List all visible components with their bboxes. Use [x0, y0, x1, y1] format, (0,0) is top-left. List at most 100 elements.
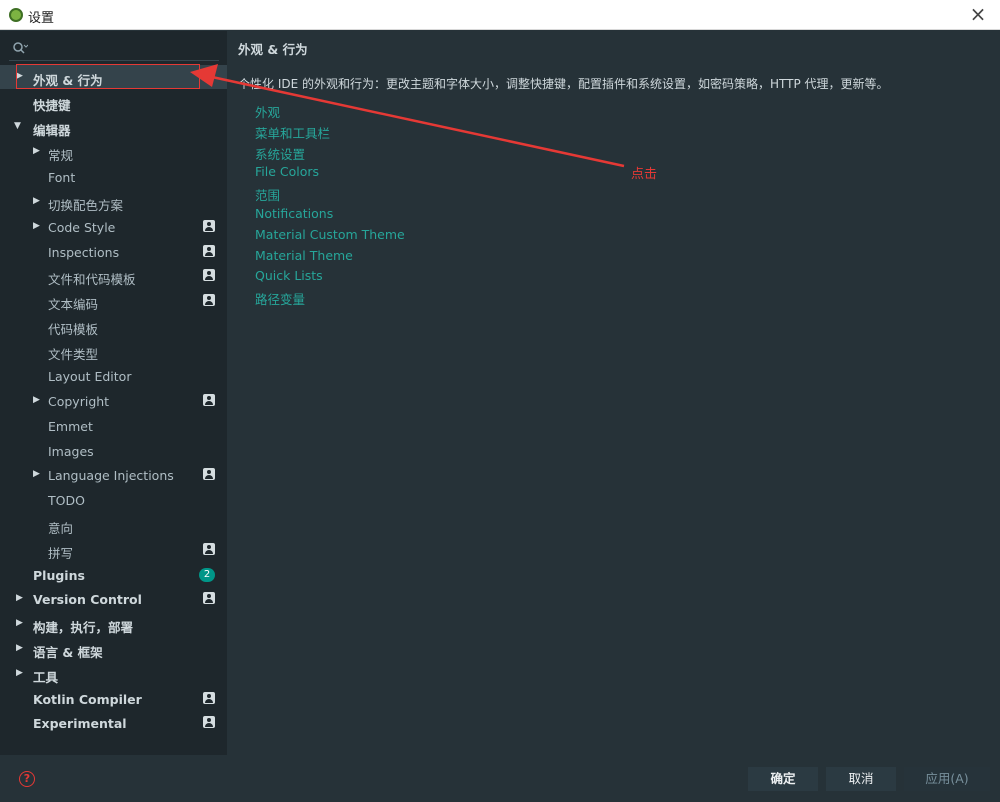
close-button[interactable]: ×: [968, 4, 988, 24]
sidebar-item-label: 代码模板: [48, 322, 99, 337]
search-box[interactable]: [9, 37, 219, 61]
expand-arrow-icon[interactable]: ▶: [33, 221, 43, 231]
sidebar-item-layout-editor[interactable]: Layout Editor: [0, 364, 227, 388]
sidebar-item-todo[interactable]: TODO: [0, 488, 227, 512]
sidebar-item-color-scheme[interactable]: ▶ 切换配色方案: [0, 190, 227, 214]
sidebar-item-images[interactable]: Images: [0, 439, 227, 463]
expand-arrow-icon[interactable]: ▶: [33, 196, 43, 206]
sidebar-item-languages-frameworks[interactable]: ▶ 语言 & 框架: [0, 637, 227, 661]
app-logo-icon: [9, 8, 23, 22]
link-menus-toolbars[interactable]: 菜单和工具栏: [255, 123, 330, 142]
sidebar-item-label: 意向: [48, 521, 74, 536]
sidebar-item-file-types[interactable]: 文件类型: [0, 339, 227, 363]
sidebar-item-label: 文本编码: [48, 297, 99, 312]
page-description: 个性化 IDE 的外观和行为：更改主题和字体大小，调整快捷键，配置插件和系统设置…: [238, 77, 889, 91]
apply-button[interactable]: 应用(A): [904, 767, 990, 791]
sidebar-item-label: 快捷键: [33, 98, 71, 113]
sidebar-item-copyright[interactable]: ▶ Copyright: [0, 389, 227, 413]
expand-arrow-icon[interactable]: ▶: [33, 146, 43, 156]
sidebar-item-kotlin-compiler[interactable]: Kotlin Compiler: [0, 687, 227, 711]
search-input[interactable]: [33, 39, 213, 57]
ok-button[interactable]: 确定: [748, 767, 818, 791]
sidebar-item-label: 工具: [33, 670, 59, 685]
project-settings-icon: [203, 294, 215, 306]
settings-sidebar: ▶ 外观 & 行为 快捷键 ▼ 编辑器 ▶ 常规 Font ▶ 切换配色方案 ▶…: [0, 31, 227, 755]
window-title: 设置: [28, 11, 55, 26]
sidebar-item-keymap[interactable]: 快捷键: [0, 90, 227, 114]
plugins-update-badge: 2: [199, 568, 215, 582]
sidebar-item-font[interactable]: Font: [0, 165, 227, 189]
sidebar-item-label: 外观 & 行为: [33, 73, 103, 88]
link-material-theme[interactable]: Material Theme: [255, 248, 353, 263]
sidebar-item-build-execution-deployment[interactable]: ▶ 构建，执行，部署: [0, 612, 227, 636]
search-icon: [13, 42, 28, 54]
expand-arrow-icon[interactable]: ▶: [16, 618, 26, 628]
sidebar-item-label: 文件和代码模板: [48, 272, 136, 287]
project-settings-icon: [203, 269, 215, 281]
dialog-footer: ? 确定 取消 应用(A): [0, 755, 1000, 802]
link-quick-lists[interactable]: Quick Lists: [255, 268, 323, 283]
expand-arrow-icon[interactable]: ▶: [16, 593, 26, 603]
link-appearance[interactable]: 外观: [255, 102, 280, 121]
project-settings-icon: [203, 394, 215, 406]
link-file-colors[interactable]: File Colors: [255, 164, 319, 179]
link-notifications[interactable]: Notifications: [255, 206, 333, 221]
sidebar-item-appearance-behavior[interactable]: ▶ 外观 & 行为: [0, 65, 227, 89]
sidebar-item-label: 常规: [48, 148, 74, 163]
project-settings-icon: [203, 692, 215, 704]
annotation-label: 点击: [631, 167, 658, 182]
expand-arrow-icon[interactable]: ▶: [16, 668, 26, 678]
sidebar-item-label: 构建，执行，部署: [33, 620, 134, 635]
page-title: 外观 & 行为: [238, 42, 308, 57]
link-material-custom-theme[interactable]: Material Custom Theme: [255, 227, 405, 242]
cancel-button[interactable]: 取消: [826, 767, 896, 791]
sidebar-item-spelling[interactable]: 拼写: [0, 538, 227, 562]
expand-arrow-icon[interactable]: ▶: [33, 469, 43, 479]
sidebar-item-intentions[interactable]: 意向: [0, 513, 227, 537]
title-bar: 设置 ×: [0, 0, 1000, 30]
link-scopes[interactable]: 范围: [255, 185, 280, 204]
link-path-variables[interactable]: 路径变量: [255, 289, 305, 308]
help-icon[interactable]: ?: [19, 771, 35, 787]
sidebar-item-label: Version Control: [33, 592, 142, 607]
sidebar-item-label: Inspections: [48, 245, 120, 260]
link-system-settings[interactable]: 系统设置: [255, 144, 305, 163]
sidebar-item-label: Code Style: [48, 220, 116, 235]
sidebar-item-file-encoding[interactable]: 文本编码: [0, 289, 227, 313]
sidebar-item-label: Images: [48, 444, 94, 459]
sidebar-item-file-templates[interactable]: 文件和代码模板: [0, 264, 227, 288]
project-settings-icon: [203, 716, 215, 728]
sidebar-item-label: Kotlin Compiler: [33, 692, 142, 707]
project-settings-icon: [203, 220, 215, 232]
sidebar-item-general[interactable]: ▶ 常规: [0, 140, 227, 164]
sidebar-item-plugins[interactable]: Plugins 2: [0, 563, 227, 587]
sidebar-item-label: Language Injections: [48, 468, 174, 483]
sidebar-item-tools[interactable]: ▶ 工具: [0, 662, 227, 686]
sidebar-item-code-style[interactable]: ▶ Code Style: [0, 215, 227, 239]
sidebar-item-inspections[interactable]: Inspections: [0, 240, 227, 264]
sidebar-item-experimental[interactable]: Experimental: [0, 711, 227, 735]
sidebar-item-live-templates[interactable]: 代码模板: [0, 314, 227, 338]
sidebar-item-label: 语言 & 框架: [33, 645, 103, 660]
project-settings-icon: [203, 468, 215, 480]
sidebar-item-label: 切换配色方案: [48, 198, 124, 213]
sidebar-item-label: Copyright: [48, 394, 110, 409]
sidebar-item-version-control[interactable]: ▶ Version Control: [0, 587, 227, 611]
collapse-arrow-icon[interactable]: ▼: [14, 121, 24, 131]
sidebar-item-editor[interactable]: ▼ 编辑器: [0, 115, 227, 139]
sidebar-item-label: 拼写: [48, 546, 74, 561]
expand-arrow-icon[interactable]: ▶: [33, 395, 43, 405]
project-settings-icon: [203, 245, 215, 257]
sidebar-item-label: 文件类型: [48, 347, 99, 362]
sidebar-item-label: Experimental: [33, 716, 127, 731]
sidebar-item-emmet[interactable]: Emmet: [0, 414, 227, 438]
sidebar-item-label: Layout Editor: [48, 369, 132, 384]
sidebar-item-label: Plugins: [33, 568, 85, 583]
sidebar-item-language-injections[interactable]: ▶ Language Injections: [0, 463, 227, 487]
expand-arrow-icon[interactable]: ▶: [16, 71, 26, 81]
project-settings-icon: [203, 543, 215, 555]
sidebar-item-label: Font: [48, 170, 76, 185]
settings-content: 外观 & 行为 个性化 IDE 的外观和行为：更改主题和字体大小，调整快捷键，配…: [227, 31, 1000, 755]
expand-arrow-icon[interactable]: ▶: [16, 643, 26, 653]
project-settings-icon: [203, 592, 215, 604]
